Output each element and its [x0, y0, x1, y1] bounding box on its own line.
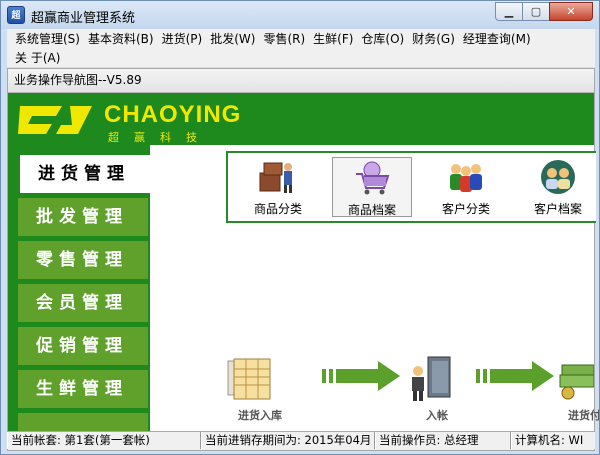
menu-purchase[interactable]: 进货(P): [160, 30, 207, 47]
nav-item-next[interactable]: [18, 413, 148, 431]
flow-arrow-1: [322, 361, 400, 391]
menu-manager-query[interactable]: 经理查询(M): [461, 30, 535, 47]
goods-category-button[interactable]: 商品分类: [238, 157, 318, 217]
close-button[interactable]: ✕: [549, 2, 593, 21]
goods-archive-button[interactable]: 商品档案: [332, 157, 412, 217]
customer-profile-icon: [541, 160, 575, 194]
chaoying-logo-icon: [18, 106, 92, 134]
customer-archive-button[interactable]: 客户档案: [518, 157, 598, 217]
left-nav: 进货管理 批发管理 零售管理 会员管理 促销管理 生鲜管理: [8, 145, 150, 431]
status-computer: 计算机名: WI: [511, 432, 595, 449]
status-operator: 当前操作员: 总经理: [375, 432, 511, 449]
brand-header: CHAOYING 超赢科技: [8, 93, 594, 145]
logo-text: CHAOYING: [104, 101, 242, 128]
nav-item-retail[interactable]: 零售管理: [18, 241, 148, 279]
goods-archive-label: 商品档案: [347, 203, 396, 217]
window-title: 超赢商业管理系统: [31, 11, 136, 26]
menu-about[interactable]: 关 于(A): [13, 49, 64, 66]
logo-subtitle: 超赢科技: [108, 131, 212, 144]
nav-item-promotion[interactable]: 促销管理: [18, 327, 148, 365]
status-bar: 当前帐套: 第1套(第一套帐) 当前进销存期间为: 2015年04月 当前操作员…: [7, 431, 595, 449]
maximize-button[interactable]: ▢: [522, 2, 550, 21]
status-period: 当前进销存期间为: 2015年04月: [201, 432, 375, 449]
goods-category-label: 商品分类: [253, 202, 302, 216]
menu-row-2: 关 于(A): [7, 48, 595, 67]
nav-item-member[interactable]: 会员管理: [18, 284, 148, 322]
menu-basic-data[interactable]: 基本资料(B): [86, 30, 158, 47]
status-account: 当前帐套: 第1套(第一套帐): [7, 432, 201, 449]
content-area: 商品分类 商品档案 客户分类 客户档案 进货入库 入帐 进货付: [150, 145, 599, 431]
menu-system[interactable]: 系统管理(S): [13, 30, 84, 47]
minimize-button[interactable]: ▁: [495, 2, 523, 21]
money-icon[interactable]: [558, 355, 594, 403]
minimize-icon: ▁: [504, 5, 514, 18]
menu-finance[interactable]: 财务(G): [410, 30, 459, 47]
menu-wholesale[interactable]: 批发(W): [208, 30, 259, 47]
customer-archive-label: 客户档案: [533, 202, 582, 216]
function-toolbar: 商品分类 商品档案 客户分类 客户档案: [226, 151, 596, 223]
app-icon: 超: [7, 6, 25, 24]
flow-step-stock-in: 进货入库: [238, 409, 282, 422]
customer-category-button[interactable]: 客户分类: [426, 157, 506, 217]
menu-retail[interactable]: 零售(R): [261, 30, 309, 47]
receipt-stock-icon[interactable]: [224, 355, 290, 403]
customer-category-label: 客户分类: [441, 202, 490, 216]
shopping-cart-icon: [356, 161, 390, 195]
nav-item-wholesale[interactable]: 批发管理: [18, 198, 148, 236]
boxes-icon: [259, 162, 292, 193]
menu-row-1: 系统管理(S) 基本资料(B) 进货(P) 批发(W) 零售(R) 生鲜(F) …: [7, 29, 595, 48]
navigation-panel: 业务操作导航图--V5.89 CHAOYING 超赢科技 进货管理 批发管理 零…: [7, 68, 599, 451]
person-door-icon[interactable]: [404, 353, 460, 405]
maximize-icon: ▢: [530, 5, 542, 18]
people-group-icon: [450, 164, 482, 192]
app-window: 超 超赢商业管理系统 ▁ ▢ ✕ 系统管理(S) 基本资料(B) 进货(P) 批…: [0, 0, 600, 455]
close-icon: ✕: [566, 5, 576, 18]
panel-title: 业务操作导航图--V5.89: [8, 69, 594, 93]
flow-arrow-2: [476, 361, 554, 391]
nav-item-purchase[interactable]: 进货管理: [20, 155, 150, 193]
title-bar[interactable]: 超 超赢商业管理系统 ▁ ▢ ✕: [1, 1, 599, 29]
flow-step-posting: 入帐: [426, 409, 448, 422]
menu-bar: 系统管理(S) 基本资料(B) 进货(P) 批发(W) 零售(R) 生鲜(F) …: [7, 29, 595, 67]
menu-fresh[interactable]: 生鲜(F): [311, 30, 357, 47]
nav-item-fresh[interactable]: 生鲜管理: [18, 370, 148, 408]
flow-step-payment: 进货付: [568, 409, 600, 422]
menu-warehouse[interactable]: 仓库(O): [359, 30, 408, 47]
